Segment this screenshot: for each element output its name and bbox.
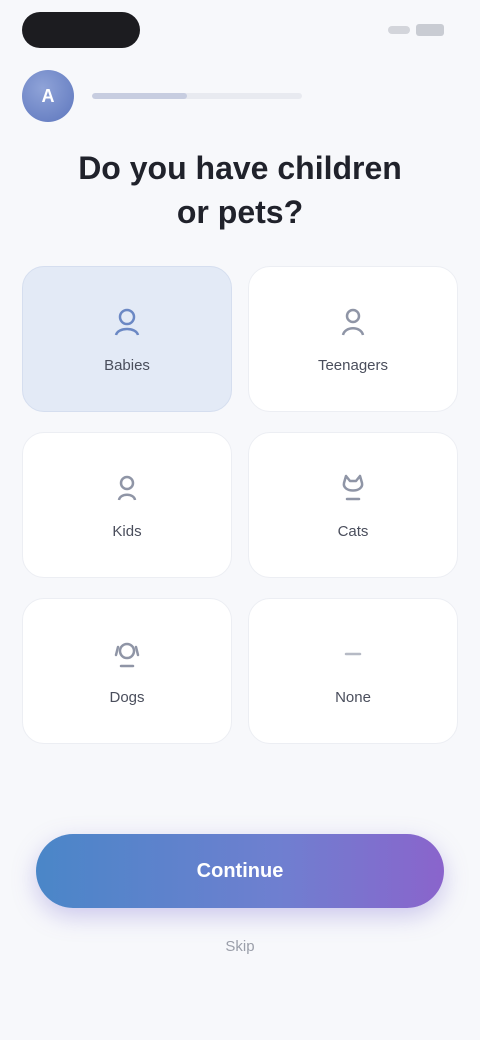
battery-icon (416, 24, 444, 36)
status-icons (358, 22, 444, 38)
dynamic-island (22, 12, 140, 48)
option-label: Teenagers (317, 356, 389, 374)
status-bar (0, 0, 480, 64)
option-card-dogs[interactable]: Dogs (22, 598, 232, 744)
none-icon (344, 652, 362, 655)
child-icon (117, 475, 137, 500)
page-title: Do you have children or pets? (78, 150, 402, 230)
app-screen: A Do you have children or pets? Babies T… (0, 0, 480, 1040)
avatar-initials: A (41, 85, 55, 106)
option-card-teenagers[interactable]: Teenagers (248, 266, 458, 412)
dog-icon (114, 642, 140, 667)
teen-icon (341, 308, 365, 335)
continue-button[interactable]: Continue (36, 834, 444, 908)
option-label: Cats (337, 522, 369, 540)
option-card-none[interactable]: None (248, 598, 458, 744)
option-label: None (335, 688, 371, 706)
progress-fill (92, 93, 187, 99)
option-grid: Babies Teenagers Kids Cats Dogs None (22, 266, 458, 744)
progress-bar (92, 93, 302, 99)
option-label: Kids (112, 522, 142, 540)
signal-icon (388, 26, 410, 34)
option-card-babies[interactable]: Babies (22, 266, 232, 412)
header: A (22, 66, 458, 126)
cat-icon (342, 474, 364, 500)
option-label: Babies (104, 356, 150, 374)
baby-icon (114, 308, 140, 336)
option-card-kids[interactable]: Kids (22, 432, 232, 578)
option-label: Dogs (109, 688, 145, 706)
option-card-cats[interactable]: Cats (248, 432, 458, 578)
skip-link[interactable]: Skip (190, 938, 290, 955)
avatar[interactable]: A (22, 70, 74, 122)
